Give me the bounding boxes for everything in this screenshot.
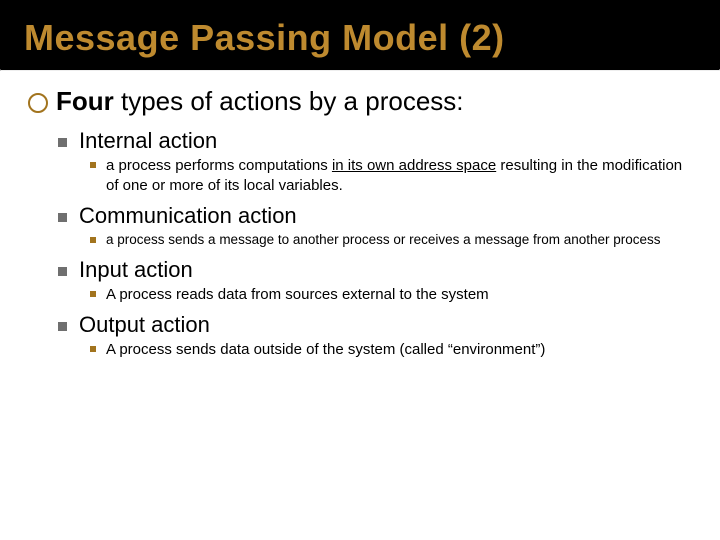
- level2-heading: Internal action: [79, 128, 217, 154]
- bullet-level3: A process reads data from sources extern…: [90, 285, 692, 305]
- square-bullet-icon: [58, 138, 67, 147]
- detail-pre: A process sends data outside of the syst…: [106, 341, 545, 358]
- detail-pre: a process performs computations: [106, 157, 332, 174]
- level2-heading: Communication action: [79, 203, 297, 229]
- bullet-level2: Output action: [58, 312, 692, 338]
- level3-text: a process sends a message to another pro…: [106, 231, 661, 249]
- level1-text: Four types of actions by a process:: [56, 85, 464, 119]
- square-bullet-icon: [58, 322, 67, 331]
- detail-underline: in its own address space: [332, 157, 496, 174]
- level2-heading: Output action: [79, 312, 210, 338]
- title-bar: Message Passing Model (2): [0, 0, 720, 69]
- square-bullet-icon: [58, 213, 67, 222]
- level2-heading: Input action: [79, 257, 193, 283]
- detail-pre: a process sends a message to another pro…: [106, 232, 661, 247]
- level3-text: a process performs computations in its o…: [106, 156, 692, 195]
- bullet-level1: Four types of actions by a process:: [28, 85, 692, 119]
- tiny-bullet-icon: [90, 346, 96, 352]
- level3-text: A process reads data from sources extern…: [106, 285, 489, 305]
- bullet-level3: A process sends data outside of the syst…: [90, 340, 692, 360]
- tiny-bullet-icon: [90, 291, 96, 297]
- slide-title: Message Passing Model (2): [24, 18, 720, 58]
- tiny-bullet-icon: [90, 237, 96, 243]
- detail-pre: A process reads data from sources extern…: [106, 286, 489, 303]
- square-bullet-icon: [58, 267, 67, 276]
- bullet-level3: a process performs computations in its o…: [90, 156, 692, 195]
- bullet-level2: Input action: [58, 257, 692, 283]
- bullet-level2: Communication action: [58, 203, 692, 229]
- bullet-level3: a process sends a message to another pro…: [90, 231, 692, 249]
- level1-rest: types of actions by a process:: [114, 86, 464, 116]
- bullet-level2: Internal action: [58, 128, 692, 154]
- level1-bold: Four: [56, 86, 114, 116]
- level3-text: A process sends data outside of the syst…: [106, 340, 545, 360]
- slide-content: Four types of actions by a process: Inte…: [0, 71, 720, 360]
- circle-bullet-icon: [28, 93, 48, 113]
- tiny-bullet-icon: [90, 162, 96, 168]
